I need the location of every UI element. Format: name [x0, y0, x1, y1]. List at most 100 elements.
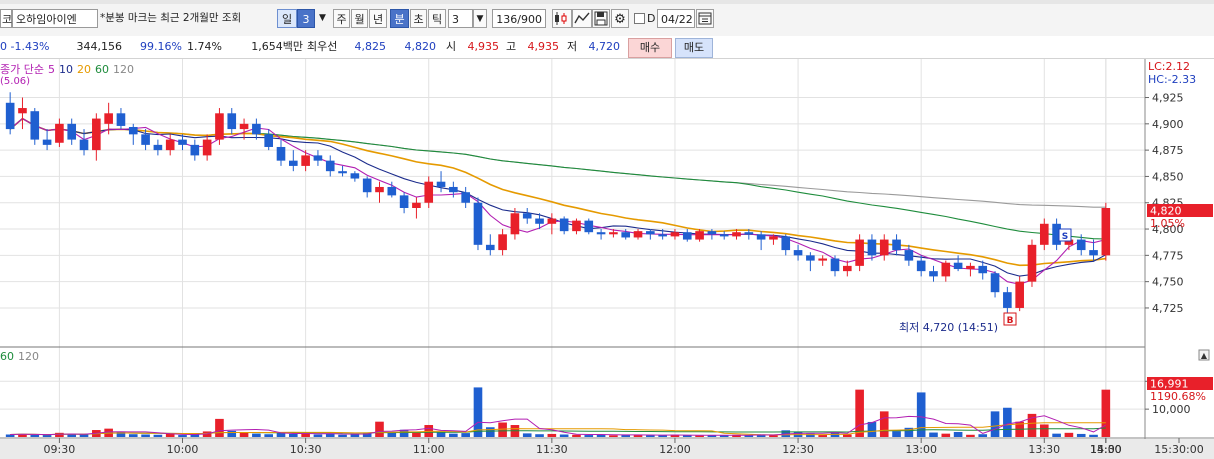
period-year-button[interactable]: 년	[369, 9, 387, 28]
period-num-button[interactable]: 3	[297, 9, 315, 28]
high-price: 4,935	[527, 40, 560, 53]
candle-body	[793, 250, 803, 256]
volume-value: 344,156	[76, 40, 123, 53]
volume-bar	[375, 421, 384, 437]
volume-bar	[79, 434, 89, 437]
calendar-icon[interactable]	[696, 9, 714, 28]
stock-chart[interactable]: 4,7254,7504,7754,8004,8254,8504,8754,900…	[0, 59, 1214, 459]
change-pct: 0 -1.43%	[0, 40, 50, 53]
vol-legend-ma120: 120	[18, 350, 39, 363]
sell-button[interactable]: 매도	[675, 38, 713, 58]
candle-body	[559, 218, 569, 232]
stock-code-field[interactable]: 코	[0, 9, 12, 28]
period-second-button[interactable]: 초	[410, 9, 427, 28]
current-volume-label: 16,991	[1150, 378, 1189, 391]
y-tick-label: 4,750	[1152, 276, 1184, 289]
candle-body	[1076, 239, 1086, 251]
candle-body	[535, 218, 544, 224]
candle-body	[522, 213, 532, 219]
volume-pane	[0, 349, 1145, 438]
volume-bar	[485, 427, 495, 437]
period-num-dropdown-icon[interactable]: ▼	[315, 9, 330, 28]
candle-body	[904, 250, 914, 261]
best-bid-label: 최우선	[307, 40, 338, 53]
period-day-button[interactable]: 일	[277, 9, 297, 28]
candle-body	[966, 265, 975, 270]
low-price: 4,720	[588, 40, 621, 53]
volume-bar	[412, 432, 421, 437]
crosshair-icon[interactable]	[572, 9, 592, 28]
volume-bar	[867, 421, 877, 437]
candle-body	[5, 102, 15, 130]
candle-body	[781, 236, 791, 251]
candle-body	[1027, 244, 1037, 282]
gear-icon[interactable]: ⚙	[611, 9, 629, 28]
x-tick-label: 13:00	[905, 443, 937, 456]
save-icon[interactable]	[592, 9, 610, 28]
open-price: 4,935	[467, 40, 500, 53]
candle-body	[621, 232, 631, 238]
volume-bar	[522, 433, 532, 437]
candle-body	[1101, 208, 1111, 256]
volume-legend: 60 120	[0, 350, 39, 363]
period-minute-button[interactable]: 분	[390, 9, 409, 28]
candle-body	[990, 273, 1000, 293]
candle-body	[165, 139, 175, 151]
candle-body	[18, 108, 27, 114]
legend-sub: (5.06)	[0, 76, 30, 87]
period-tick-button[interactable]: 틱	[428, 9, 446, 28]
volume-bar	[42, 435, 52, 437]
volume-bar	[498, 422, 507, 437]
candle-body	[1039, 223, 1049, 245]
x-tick-label: 09:30	[44, 443, 76, 456]
buy-marker-text: B	[1007, 316, 1014, 326]
vol-legend-ma60: 60	[0, 350, 14, 363]
candle-body	[818, 258, 827, 261]
candle-body	[498, 234, 507, 251]
interval-dropdown-icon[interactable]: ▼	[473, 9, 487, 28]
candle-body	[116, 113, 126, 126]
candle-body	[695, 231, 704, 240]
count-display: 136/900	[492, 9, 546, 28]
low-annotation: 최저 4,720 (14:51)	[899, 321, 998, 334]
candle-body	[719, 234, 729, 237]
candle-body	[128, 126, 138, 135]
candle-body	[633, 231, 643, 238]
legend-ma60: 60	[95, 63, 109, 76]
legend-prefix: 종가 단순	[0, 63, 44, 76]
legend-ma10: 10	[59, 63, 73, 76]
date-input[interactable]: 04/22	[657, 9, 695, 28]
candle-body	[1089, 250, 1098, 256]
stock-name-field[interactable]: 오하임아이엔	[12, 9, 98, 28]
candle-type-icon[interactable]	[552, 9, 572, 28]
toolbar-top-strip	[0, 0, 1214, 4]
legend-ma5: 5	[48, 63, 55, 76]
candle-body	[953, 262, 963, 270]
candle-body	[92, 118, 101, 151]
best-ask: 4,825	[354, 40, 387, 53]
volume-pane-expand-glyph: ▲	[1201, 351, 1208, 360]
candle-body	[547, 218, 557, 224]
buy-button[interactable]: 매수	[628, 38, 672, 58]
volume-bar	[855, 389, 864, 437]
y-tick-label: 4,725	[1152, 302, 1184, 315]
trade-amount: 1,654백만	[251, 40, 303, 53]
buy-signal-marker[interactable]: B	[1003, 312, 1017, 326]
volume-bar	[1076, 433, 1086, 437]
period-month-button[interactable]: 월	[351, 9, 368, 28]
candle-body	[55, 123, 64, 143]
notice-text: *분봉 마크는 최근 2개월만 조회	[100, 12, 242, 24]
candle-body	[252, 123, 261, 135]
volume-bar	[1089, 434, 1098, 437]
date-checkbox[interactable]	[634, 13, 645, 24]
interval-input[interactable]: 3	[448, 9, 473, 28]
sell-marker-text: S	[1062, 232, 1068, 242]
open-label: 시	[446, 40, 457, 53]
sell-signal-marker[interactable]: S	[1058, 228, 1072, 242]
volume-bar	[264, 434, 273, 437]
volume-bar	[646, 435, 655, 437]
candle-body	[399, 195, 409, 208]
quote-bar: 0 -1.43% 344,156 99.16% 1.74% 1,654백만 최우…	[0, 36, 1214, 59]
period-week-button[interactable]: 주	[333, 9, 350, 28]
volume-bar	[239, 432, 249, 437]
